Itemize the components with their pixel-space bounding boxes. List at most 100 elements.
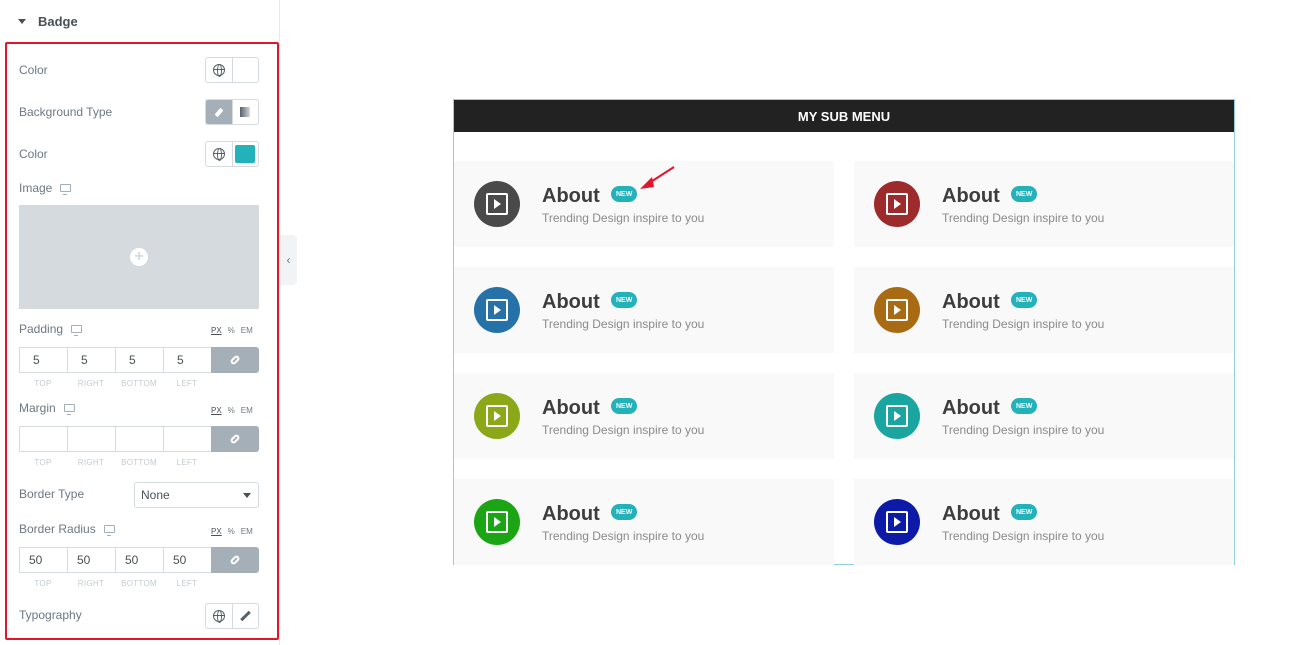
unit-px[interactable]: PX — [211, 406, 222, 415]
item-subtitle: Trending Design inspire to you — [942, 317, 1105, 331]
margin-bottom-input[interactable] — [115, 426, 163, 452]
unit-percent[interactable]: % — [228, 406, 235, 415]
link-values-button[interactable] — [211, 426, 259, 452]
image-label: Image — [19, 181, 72, 195]
play-icon — [886, 193, 908, 215]
section-header-badge[interactable]: Badge — [0, 0, 279, 42]
unit-em[interactable]: EM — [241, 406, 253, 415]
margin-top-input[interactable] — [19, 426, 67, 452]
link-values-button[interactable] — [211, 547, 259, 573]
globe-icon — [212, 64, 225, 77]
item-icon-circle — [474, 287, 520, 333]
radius-left-input[interactable]: 50 — [163, 547, 211, 573]
dim-label-right: RIGHT — [77, 458, 105, 467]
margin-left-input[interactable] — [163, 426, 211, 452]
radius-units: PX % EM — [211, 527, 253, 536]
bg-color-control[interactable] — [205, 141, 259, 167]
global-colors-button[interactable] — [206, 142, 233, 166]
unit-em[interactable]: EM — [241, 326, 253, 335]
background-type-control[interactable] — [205, 99, 259, 125]
item-icon-circle — [874, 393, 920, 439]
color-swatch — [235, 145, 256, 163]
global-colors-button[interactable] — [206, 58, 233, 82]
new-badge: NEW — [611, 504, 638, 520]
play-icon — [486, 193, 508, 215]
unit-px[interactable]: PX — [211, 326, 222, 335]
padding-top-input[interactable]: 5 — [19, 347, 67, 373]
menu-item[interactable]: About NEW Trending Design inspire to you — [854, 267, 1234, 353]
globe-icon — [212, 610, 225, 623]
link-values-button[interactable] — [211, 347, 259, 373]
menu-item[interactable]: About NEW Trending Design inspire to you — [454, 161, 834, 247]
margin-dim-labels: TOP RIGHT BOTTOM LEFT — [19, 458, 211, 467]
play-icon — [486, 511, 508, 533]
dim-label-bottom: BOTTOM — [121, 458, 157, 467]
item-subtitle: Trending Design inspire to you — [542, 317, 705, 331]
radius-right-input[interactable]: 50 — [67, 547, 115, 573]
unit-percent[interactable]: % — [228, 527, 235, 536]
desktop-icon[interactable] — [103, 525, 115, 536]
collapse-panel-button[interactable]: ‹ — [280, 235, 297, 285]
item-title: About — [542, 397, 600, 419]
play-icon — [886, 405, 908, 427]
margin-right-input[interactable] — [67, 426, 115, 452]
menu-item[interactable]: About NEW Trending Design inspire to you — [454, 267, 834, 353]
desktop-icon[interactable] — [63, 404, 75, 415]
new-badge: NEW — [1011, 398, 1038, 414]
dim-label-left: LEFT — [176, 579, 198, 588]
gradient-background-button[interactable] — [233, 100, 259, 124]
classic-background-button[interactable] — [206, 100, 233, 124]
menu-item[interactable]: About NEW Trending Design inspire to you — [454, 373, 834, 459]
desktop-icon[interactable] — [60, 184, 72, 195]
unit-em[interactable]: EM — [241, 527, 253, 536]
bg-color-label-text: Color — [19, 147, 48, 161]
bg-color-picker-button[interactable] — [233, 142, 259, 166]
desktop-icon[interactable] — [71, 325, 83, 336]
dim-label-top: TOP — [34, 579, 52, 588]
new-badge: NEW — [611, 186, 638, 202]
color-control[interactable] — [205, 57, 259, 83]
margin-label-text: Margin — [19, 401, 56, 415]
menu-item[interactable]: About NEW Trending Design inspire to you — [854, 479, 1234, 565]
item-subtitle: Trending Design inspire to you — [942, 423, 1105, 437]
menu-item[interactable]: About NEW Trending Design inspire to you — [854, 373, 1234, 459]
item-icon-circle — [474, 393, 520, 439]
color-picker-button[interactable] — [233, 58, 259, 82]
item-subtitle: Trending Design inspire to you — [942, 529, 1105, 543]
play-icon — [886, 511, 908, 533]
new-badge: NEW — [611, 292, 638, 308]
play-icon — [886, 299, 908, 321]
global-typography-button[interactable] — [206, 604, 233, 628]
unit-px[interactable]: PX — [211, 527, 222, 536]
new-badge: NEW — [1011, 292, 1038, 308]
dim-label-left: LEFT — [176, 458, 198, 467]
padding-bottom-input[interactable]: 5 — [115, 347, 163, 373]
link-icon — [229, 354, 241, 366]
border-type-select[interactable]: None — [134, 482, 259, 508]
typography-control[interactable] — [205, 603, 259, 629]
border-type-value: None — [141, 488, 170, 502]
image-upload-area[interactable]: + — [19, 205, 259, 309]
typography-label: Typography — [19, 608, 82, 622]
item-subtitle: Trending Design inspire to you — [542, 211, 705, 225]
border-radius-label-text: Border Radius — [19, 522, 96, 536]
chevron-down-icon — [243, 493, 251, 498]
settings-panel: Badge Color Background Type Color Image … — [0, 0, 280, 645]
item-subtitle: Trending Design inspire to you — [542, 529, 705, 543]
caret-down-icon — [18, 18, 26, 24]
edit-typography-button[interactable] — [233, 604, 259, 628]
typography-label-text: Typography — [19, 608, 82, 622]
padding-label-text: Padding — [19, 322, 64, 336]
padding-left-input[interactable]: 5 — [163, 347, 211, 373]
padding-right-input[interactable]: 5 — [67, 347, 115, 373]
play-icon — [486, 299, 508, 321]
unit-percent[interactable]: % — [228, 326, 235, 335]
padding-units: PX % EM — [211, 326, 253, 335]
radius-top-input[interactable]: 50 — [19, 547, 67, 573]
link-icon — [229, 554, 241, 566]
item-title: About — [942, 503, 1000, 525]
menu-item[interactable]: About NEW Trending Design inspire to you — [454, 479, 834, 565]
radius-bottom-input[interactable]: 50 — [115, 547, 163, 573]
menu-item[interactable]: About NEW Trending Design inspire to you — [854, 161, 1234, 247]
margin-label: Margin — [19, 401, 75, 415]
